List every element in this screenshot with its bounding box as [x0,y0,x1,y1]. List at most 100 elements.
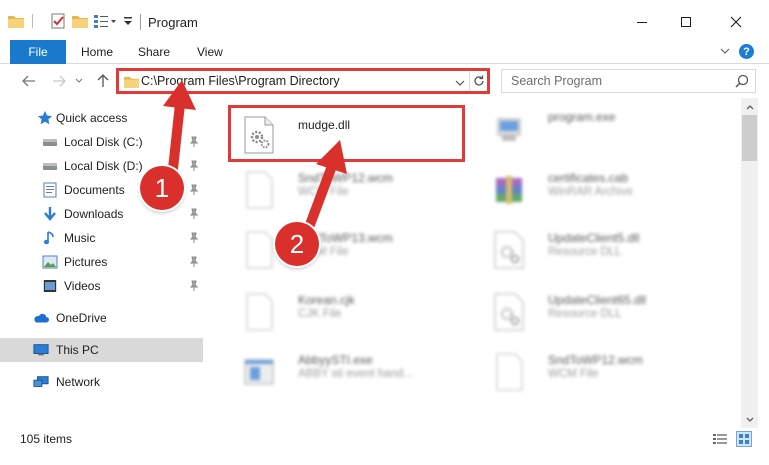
file-type: ABBY sti event hand... [298,368,413,380]
scrollbar-thumb[interactable] [742,115,757,161]
sidebar-item-quick-access[interactable]: Quick access [0,106,203,130]
maximize-icon [681,17,691,27]
file-item[interactable]: UpdateClient65.dll Resource DLL [480,284,720,336]
pictures-icon [42,254,58,270]
folder-icon[interactable] [8,12,24,30]
tab-home[interactable]: Home [81,40,113,64]
drive-icon [42,158,58,174]
pin-icon[interactable] [189,232,199,247]
tab-share[interactable]: Share [138,40,170,64]
chevron-up-icon [746,104,753,109]
file-item[interactable]: SndToWP12.wcm WCM File [480,344,720,396]
file-type: Resource DLL [548,308,622,320]
file-item[interactable]: AbbyySTI.exe ABBY sti event hand... [230,344,470,396]
refresh-button[interactable] [469,71,487,91]
window-title: Program [148,15,198,30]
maximize-button[interactable] [664,8,708,36]
file-item[interactable]: SndToWP12.wcm WCM File [230,162,470,214]
chevron-down-icon [75,78,83,83]
arrow-up-icon [97,74,109,87]
tiles-view-icon [739,434,749,444]
chevron-down-icon [720,48,730,54]
close-icon [730,16,742,28]
search-box [501,69,756,93]
sidebar-item-network[interactable]: Network [0,370,203,394]
file-name: UpdateClient65.dll [548,293,647,307]
file-type: WCM File [298,186,349,198]
minimize-icon [637,22,647,23]
up-button[interactable] [92,70,114,92]
customize-view-icon[interactable] [94,12,116,30]
address-bar[interactable]: C:\Program Files\Program Directory [116,68,490,94]
explorer-window: Program File Home Share View ? C:\Progra… [0,0,769,465]
sidebar-item-onedrive[interactable]: OneDrive [0,306,203,330]
sidebar-item-label: Local Disk (C:) [64,135,143,149]
dll-gear-icon [492,230,526,270]
computer-icon [33,342,49,358]
sidebar-item-label: This PC [56,343,99,357]
sidebar-item-label: Downloads [64,207,124,221]
item-count: 105 items [20,432,73,446]
file-item[interactable]: certificates.cab WinRAR Archive [480,162,720,214]
address-dropdown-button[interactable] [455,76,465,90]
sidebar-item-local-disk-c[interactable]: Local Disk (C:) [0,130,203,154]
back-button[interactable] [18,70,40,92]
scroll-up-button[interactable] [741,98,758,115]
arrow-left-icon [22,75,35,87]
pin-icon[interactable] [189,136,199,151]
pin-icon[interactable] [189,208,199,223]
pin-icon[interactable] [189,160,199,175]
drive-icon [42,134,58,150]
pin-icon[interactable] [189,256,199,271]
search-input[interactable] [503,71,729,91]
forward-button[interactable] [48,70,70,92]
blank-file-icon [492,352,526,392]
sidebar-item-pictures[interactable]: Pictures [0,250,203,274]
navigation-bar: C:\Program Files\Program Directory [0,64,769,98]
large-icons-view-button[interactable] [736,431,752,447]
pin-icon[interactable] [189,184,199,199]
properties-icon[interactable] [50,12,66,30]
file-item[interactable]: UpdateClient5.dll Resource DLL [480,222,720,274]
file-name: Korean.cjk [298,293,355,307]
blank-file-icon [242,170,276,210]
scroll-down-button[interactable] [741,411,758,428]
winrar-icon [492,170,526,210]
sidebar-item-label: Documents [64,183,125,197]
chevron-down-icon [455,80,465,86]
file-item[interactable]: SndToWP13.wcm WCM File [230,222,470,274]
search-icon[interactable] [735,74,749,91]
details-view-button[interactable] [712,432,728,449]
file-name: SndToWP12.wcm [298,171,393,185]
new-folder-icon[interactable] [72,12,88,30]
minimize-button[interactable] [620,8,664,36]
expand-ribbon-button[interactable] [719,45,731,60]
sidebar-item-music[interactable]: Music [0,226,203,250]
step-badge-1: 1 [140,166,184,210]
blank-file-icon [242,292,276,332]
file-item[interactable]: Korean.cjk CJK File [230,284,470,336]
file-type: WCM File [548,368,599,380]
sidebar-item-videos[interactable]: Videos [0,274,203,298]
quick-access-dropdown-icon[interactable] [122,12,134,30]
details-view-icon [713,434,727,444]
tab-file[interactable]: File [10,40,66,64]
close-button[interactable] [714,8,758,36]
arrow-right-icon [53,75,66,87]
file-item[interactable]: program.exe [480,101,720,153]
sidebar-item-label: Network [56,375,101,389]
app-window-icon [242,352,276,392]
pin-icon[interactable] [189,280,199,295]
tab-view[interactable]: View [197,40,223,64]
file-type: WinRAR Archive [548,186,633,198]
music-icon [42,230,58,246]
help-icon[interactable]: ? [739,44,754,59]
vertical-scrollbar[interactable] [741,98,758,428]
toolbar-separator [30,12,34,30]
ribbon-tabs: File Home Share View ? [0,40,769,64]
address-path[interactable]: C:\Program Files\Program Directory [141,74,340,88]
folder-icon [124,75,139,91]
recent-locations-button[interactable] [72,70,86,92]
sidebar-item-this-pc[interactable]: This PC [0,338,203,362]
refresh-icon [473,75,484,86]
